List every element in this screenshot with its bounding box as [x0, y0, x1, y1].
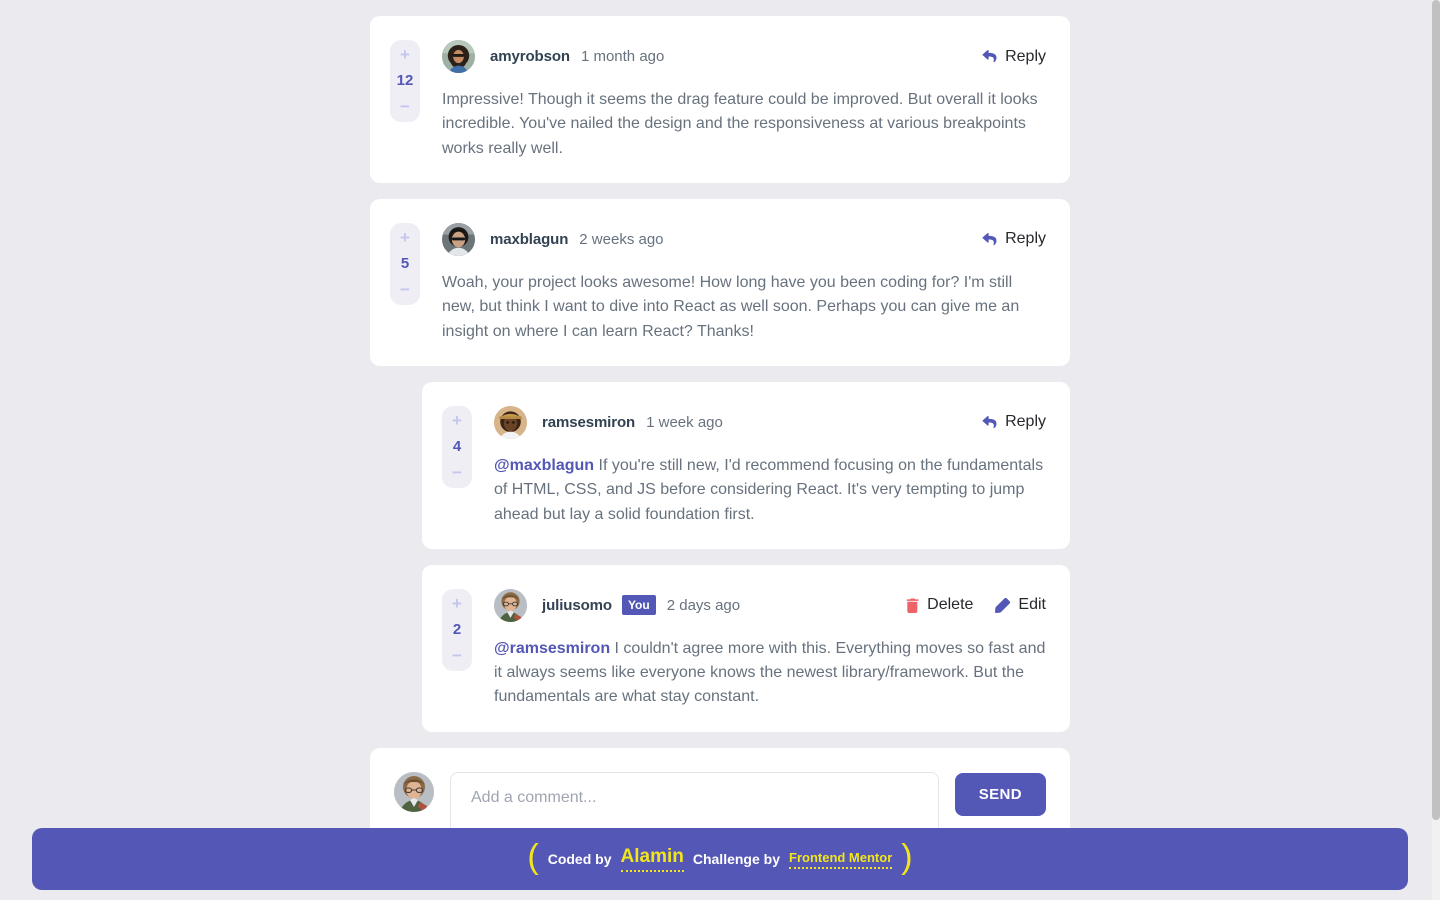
reply-label: Reply [1005, 230, 1046, 248]
reply-button[interactable]: Reply [982, 230, 1046, 248]
coded-by-link[interactable]: Alamin [620, 846, 684, 872]
avatar [494, 588, 527, 622]
owner-actions: Delete Edit [906, 596, 1046, 614]
comment-username: maxblagun [490, 230, 569, 248]
vote-widget-juliusomo[interactable]: + 2 − [442, 588, 472, 671]
comment-body: maxblagun 2 weeks ago Reply Woah, your p… [442, 222, 1046, 344]
comment-body: ramsesmiron 1 week ago Reply @maxblagun … [494, 405, 1046, 527]
delete-button[interactable]: Delete [906, 596, 973, 614]
comment-body: juliusomo You 2 days ago Delete Edit @ra… [494, 588, 1046, 710]
comment-username: juliusomo [542, 596, 612, 614]
reply-card-ramsesmiron: + 4 − ramsesmiron 1 week ago Reply @maxb… [422, 381, 1070, 549]
reply-icon [982, 50, 997, 63]
page-root: + 12 − amyrobson 1 month ago Reply Impre… [0, 0, 1440, 900]
replies-thread: + 4 − ramsesmiron 1 week ago Reply @maxb… [370, 381, 1070, 732]
comment-username: ramsesmiron [542, 413, 636, 431]
edit-button[interactable]: Edit [995, 596, 1046, 614]
footer: ( Coded by Alamin Challenge by Frontend … [32, 828, 1408, 890]
upvote-button[interactable]: + [452, 595, 462, 612]
comment-text: @maxblagun If you're still new, I'd reco… [494, 454, 1046, 527]
page-scrollbar-thumb[interactable] [1432, 0, 1440, 820]
comment-header: juliusomo You 2 days ago Delete Edit [494, 588, 1046, 622]
avatar [494, 405, 527, 439]
challenge-by-label: Challenge by [692, 851, 780, 867]
attribution: ( Coded by Alamin Challenge by Frontend … [527, 838, 913, 876]
downvote-button[interactable]: − [400, 98, 410, 115]
reply-button[interactable]: Reply [982, 48, 1046, 66]
coded-by-label: Coded by [547, 851, 612, 867]
comment-body: amyrobson 1 month ago Reply Impressive! … [442, 40, 1046, 161]
vote-widget-ramsesmiron[interactable]: + 4 − [442, 405, 472, 488]
vote-score: 4 [452, 437, 462, 455]
trash-icon [906, 598, 919, 613]
upvote-button[interactable]: + [452, 412, 462, 429]
comments-container: + 12 − amyrobson 1 month ago Reply Impre… [370, 16, 1070, 894]
downvote-button[interactable]: − [452, 647, 462, 664]
current-user-avatar [394, 771, 434, 812]
comment-timestamp: 2 weeks ago [579, 230, 664, 248]
vote-widget-amyrobson[interactable]: + 12 − [390, 40, 420, 122]
challenge-by-link[interactable]: Frontend Mentor [789, 850, 893, 869]
vote-score: 5 [400, 254, 410, 272]
send-button[interactable]: SEND [954, 772, 1046, 816]
comment-card-maxblagun: + 5 − maxblagun 2 weeks ago Reply Woah, … [370, 198, 1070, 366]
avatar [442, 222, 475, 256]
reply-button[interactable]: Reply [982, 413, 1046, 431]
downvote-button[interactable]: − [400, 281, 410, 298]
avatar [442, 40, 475, 73]
reply-icon [982, 232, 997, 246]
reply-label: Reply [1005, 47, 1046, 65]
comment-text: Woah, your project looks awesome! How lo… [442, 273, 1020, 340]
vote-score: 12 [396, 72, 414, 89]
comment-timestamp: 1 month ago [580, 48, 665, 65]
comment-timestamp: 1 week ago [646, 413, 723, 431]
edit-label: Edit [1018, 596, 1046, 614]
mention-link[interactable]: @ramsesmiron [494, 640, 610, 657]
mention-link[interactable]: @maxblagun [494, 457, 594, 474]
upvote-button[interactable]: + [400, 229, 410, 246]
reply-icon [982, 415, 997, 429]
pen-icon [995, 597, 1011, 613]
delete-label: Delete [927, 596, 974, 614]
comment-timestamp: 2 days ago [666, 596, 741, 614]
vote-score: 2 [452, 620, 462, 638]
downvote-button[interactable]: − [452, 464, 462, 481]
page-scrollbar-track[interactable] [1432, 0, 1440, 900]
comment-username: amyrobson [490, 48, 570, 65]
you-badge: You [621, 595, 656, 616]
upvote-button[interactable]: + [400, 46, 410, 63]
reply-label: Reply [1005, 413, 1046, 431]
vote-widget-maxblagun[interactable]: + 5 − [390, 222, 420, 305]
comment-header: maxblagun 2 weeks ago Reply [442, 222, 1046, 256]
comment-header: amyrobson 1 month ago Reply [442, 40, 1046, 73]
comment-header: ramsesmiron 1 week ago Reply [494, 405, 1046, 439]
reply-card-juliusomo: + 2 − juliusomo You 2 days ago Delete Ed… [422, 564, 1070, 732]
comment-text: @ramsesmiron I couldn't agree more with … [494, 637, 1046, 710]
comment-card-amyrobson: + 12 − amyrobson 1 month ago Reply Impre… [370, 16, 1070, 183]
comment-text: Impressive! Though it seems the drag fea… [442, 91, 1038, 157]
